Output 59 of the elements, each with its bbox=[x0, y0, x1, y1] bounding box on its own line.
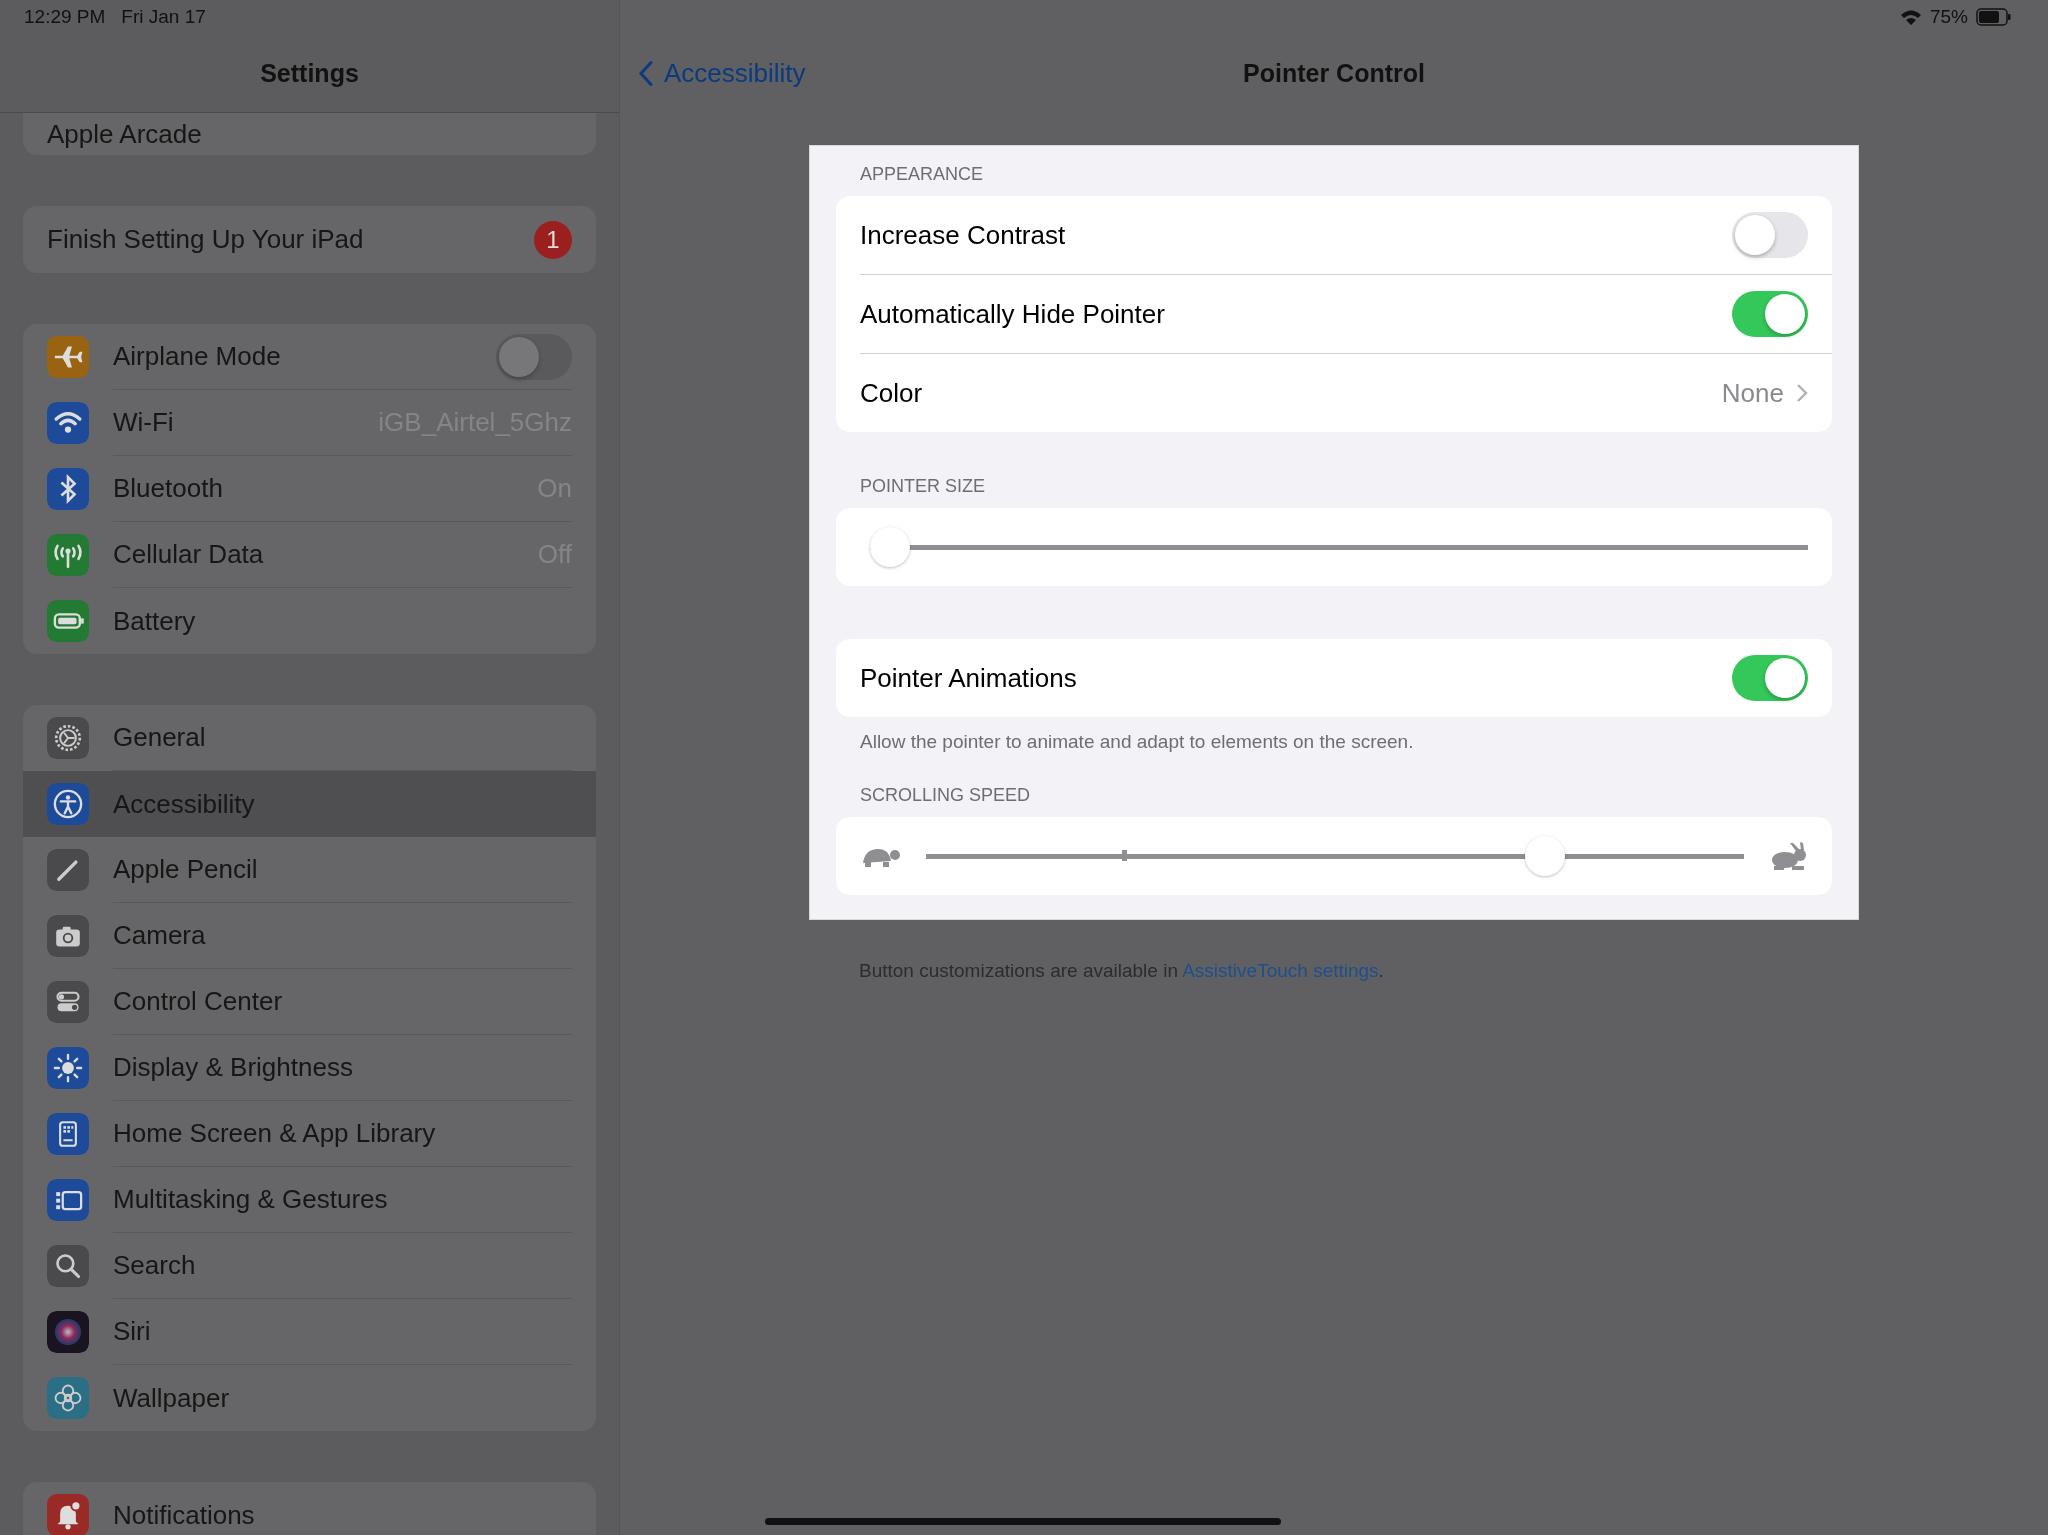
section-header: APPEARANCE bbox=[859, 163, 985, 186]
notification-badge: 1 bbox=[534, 220, 572, 259]
status-date: Fri Jan 17 bbox=[121, 6, 206, 28]
toggle-switch[interactable] bbox=[1732, 291, 1808, 337]
sidebar-item[interactable]: Wallpaper bbox=[23, 1365, 596, 1431]
status-time: 12:29 PM bbox=[24, 6, 106, 28]
flower-icon bbox=[47, 1377, 89, 1419]
wifi-icon bbox=[47, 402, 89, 444]
sidebar-item[interactable]: Apple Arcade bbox=[23, 113, 596, 155]
sidebar-item[interactable]: Apple Pencil bbox=[23, 837, 596, 903]
accessibility-icon bbox=[47, 783, 89, 825]
search-icon bbox=[47, 1245, 89, 1287]
sidebar-item[interactable]: Battery bbox=[23, 588, 596, 654]
section-header: POINTER SIZE bbox=[859, 475, 986, 498]
sidebar-item[interactable]: Multitasking & Gestures bbox=[23, 1167, 596, 1233]
toggles-icon bbox=[47, 981, 89, 1023]
battery-icon bbox=[47, 600, 89, 642]
slider-thumb[interactable] bbox=[870, 527, 910, 567]
sidebar-item[interactable]: Search bbox=[23, 1233, 596, 1299]
sidebar-item[interactable]: Display & Brightness bbox=[23, 1035, 596, 1101]
chevron-icon bbox=[1796, 383, 1808, 403]
pencil-icon bbox=[47, 849, 89, 891]
sidebar-item[interactable]: Home Screen & App Library bbox=[23, 1101, 596, 1167]
sun-icon bbox=[47, 1047, 89, 1089]
sidebar-title: Settings bbox=[260, 58, 359, 88]
battery-icon bbox=[1976, 8, 2012, 26]
antenna-icon bbox=[47, 534, 89, 576]
toggle-switch[interactable] bbox=[496, 333, 572, 380]
sidebar-item[interactable]: Control Center bbox=[23, 969, 596, 1035]
slider-thumb[interactable] bbox=[1525, 836, 1566, 876]
page-title: Pointer Control bbox=[1243, 58, 1425, 88]
back-button[interactable]: Accessibility bbox=[638, 57, 806, 89]
camera-icon bbox=[47, 915, 89, 957]
setting-label: Pointer Animations bbox=[860, 662, 1078, 694]
tick-mark bbox=[1122, 850, 1128, 861]
gear-icon bbox=[47, 717, 89, 759]
bell-icon bbox=[47, 1494, 89, 1535]
battery-percentage: 75% bbox=[1929, 6, 1968, 28]
sidebar-item[interactable]: Camera bbox=[23, 903, 596, 969]
setting-label: Automatically Hide Pointer bbox=[860, 298, 1166, 330]
toggle-switch[interactable] bbox=[1732, 655, 1808, 701]
wifi-icon bbox=[1899, 8, 1922, 26]
grid-icon bbox=[47, 1113, 89, 1155]
setting-label: Increase Contrast bbox=[860, 219, 1067, 251]
sidebar-item[interactable]: Siri bbox=[23, 1299, 596, 1365]
airplane-icon bbox=[47, 336, 89, 378]
sidebar-item[interactable]: Airplane Mode bbox=[23, 324, 596, 390]
bluetooth-icon bbox=[47, 468, 89, 510]
chevron-icon bbox=[638, 60, 654, 86]
setting-value: None bbox=[1721, 377, 1784, 409]
setting-label: Color bbox=[860, 377, 924, 409]
section-header: SCROLLING SPEED bbox=[859, 784, 1032, 807]
toggle-switch[interactable] bbox=[1732, 212, 1808, 258]
section-footer: Allow the pointer to animate and adapt to elements on the screen. bbox=[836, 717, 1832, 753]
sidebar-item[interactable]: Accessibility bbox=[23, 771, 596, 837]
orb-icon bbox=[47, 1311, 89, 1353]
sidebar-item[interactable]: Finish Setting Up Your iPad 1 bbox=[23, 206, 596, 273]
sidebar-item[interactable]: Notifications bbox=[23, 1482, 596, 1535]
windows-icon bbox=[47, 1179, 89, 1221]
